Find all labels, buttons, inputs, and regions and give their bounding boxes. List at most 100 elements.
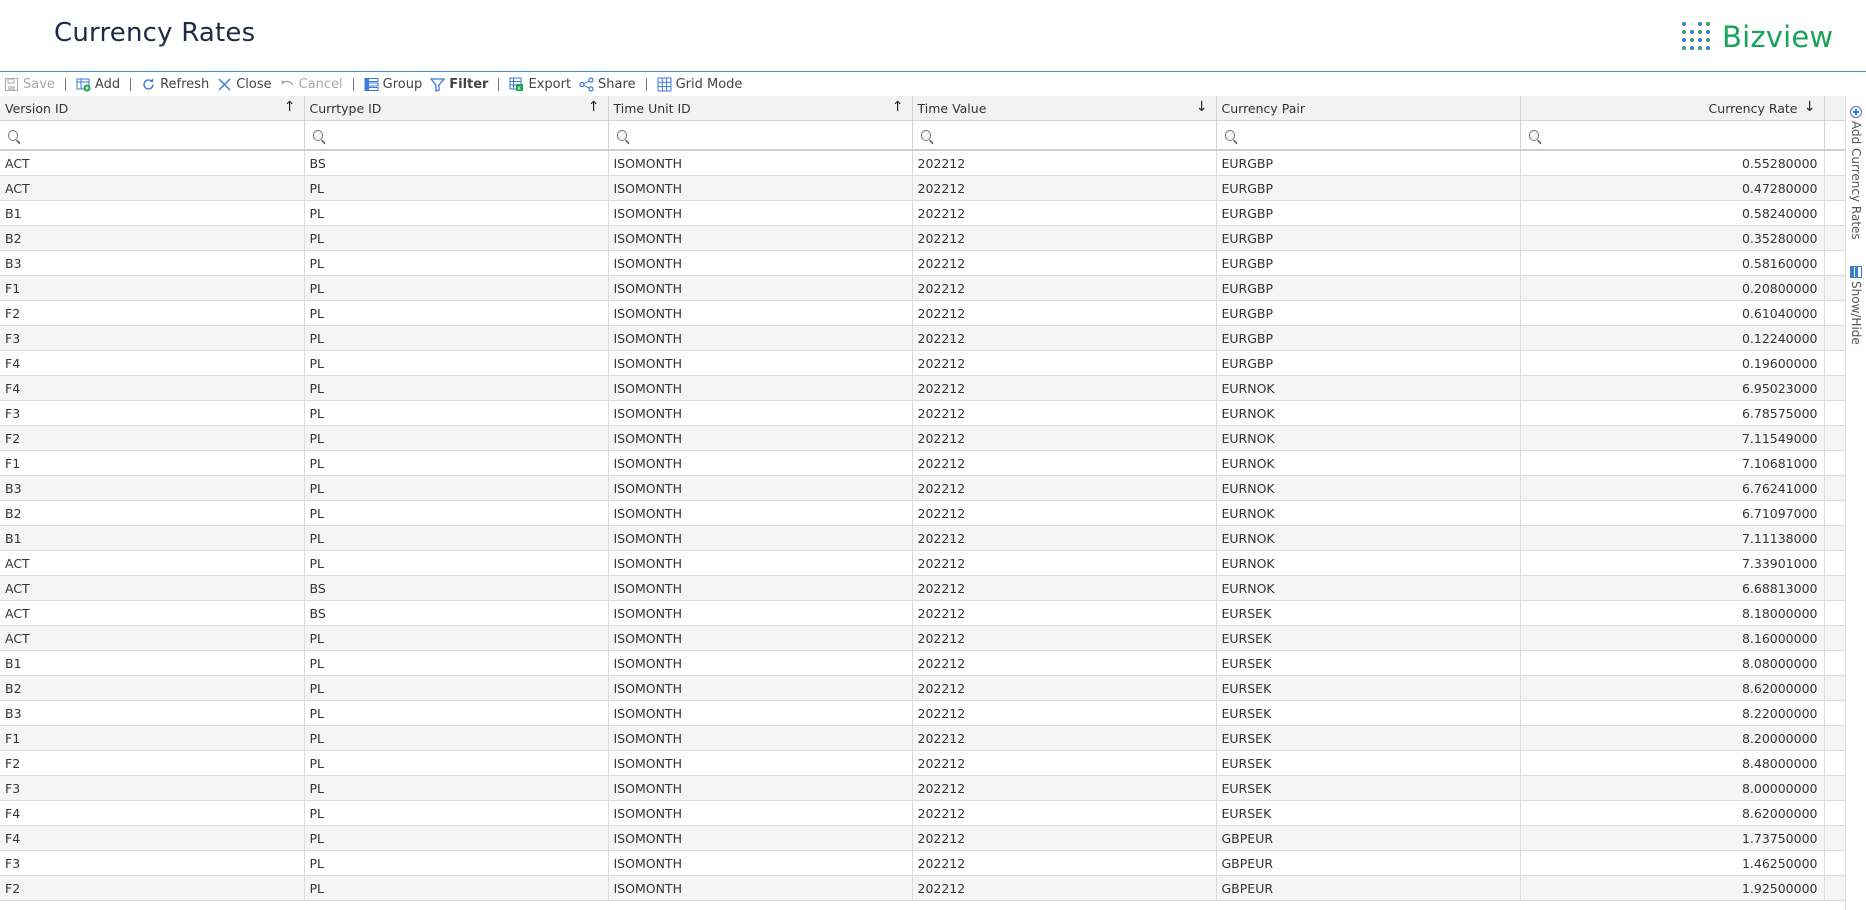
cell-currency-rate[interactable]: 7.11549000 [1520,425,1825,451]
cell-currtype-id[interactable]: PL [304,725,609,751]
cell-version-id[interactable]: F2 [0,300,305,326]
cell-time-unit-id[interactable]: ISOMONTH [608,350,913,376]
cell-currency-rate[interactable]: 0.20800000 [1520,275,1825,301]
cell-currency-pair[interactable]: EURNOK [1216,500,1521,526]
cell-version-id[interactable]: B1 [0,200,305,226]
cell-currency-pair[interactable]: EURNOK [1216,475,1521,501]
table-row[interactable]: B3 PL ISOMONTH 202212 EURGBP 0.58160000 [0,250,1845,276]
column-header-version-id[interactable]: Version ID ↑ [0,96,305,121]
cell-currtype-id[interactable]: PL [304,675,609,701]
cell-currency-rate[interactable]: 6.78575000 [1520,400,1825,426]
cell-currency-pair[interactable]: EURGBP [1216,350,1521,376]
cancel-button[interactable]: Cancel [276,73,347,95]
cell-currtype-id[interactable]: PL [304,825,609,851]
table-row[interactable]: F4 PL ISOMONTH 202212 EURGBP 0.19600000 [0,350,1845,376]
cell-currency-rate[interactable]: 6.68813000 [1520,575,1825,601]
cell-time-value[interactable]: 202212 [912,575,1217,601]
cell-currency-pair[interactable]: EURSEK [1216,700,1521,726]
cell-time-value[interactable]: 202212 [912,525,1217,551]
sort-arrow-icon[interactable]: ↓ [1196,99,1208,115]
cell-time-value[interactable]: 202212 [912,400,1217,426]
cell-time-unit-id[interactable]: ISOMONTH [608,475,913,501]
share-button[interactable]: Share [575,73,640,95]
table-row[interactable]: F3 PL ISOMONTH 202212 EURNOK 6.78575000 [0,400,1845,426]
filter-input-currtype-id[interactable] [328,127,604,143]
cell-currtype-id[interactable]: PL [304,800,609,826]
cell-version-id[interactable]: B3 [0,250,305,276]
cell-time-unit-id[interactable]: ISOMONTH [608,250,913,276]
cell-version-id[interactable]: F1 [0,725,305,751]
cell-time-value[interactable]: 202212 [912,325,1217,351]
cell-currency-rate[interactable]: 0.55280000 [1520,150,1825,176]
cell-time-value[interactable]: 202212 [912,225,1217,251]
cell-currency-rate[interactable]: 1.92500000 [1520,875,1825,901]
cell-currency-rate[interactable]: 1.73750000 [1520,825,1825,851]
cell-time-value[interactable]: 202212 [912,800,1217,826]
cell-version-id[interactable]: F3 [0,850,305,876]
cell-currency-rate[interactable]: 7.10681000 [1520,450,1825,476]
column-header-currency-rate[interactable]: Currency Rate ↓ [1520,96,1825,121]
column-header-time-value[interactable]: Time Value ↓ [912,96,1217,121]
column-header-currency-pair[interactable]: Currency Pair [1216,96,1521,121]
table-row[interactable]: F1 PL ISOMONTH 202212 EURSEK 8.20000000 [0,725,1845,751]
cell-currtype-id[interactable]: PL [304,750,609,776]
cell-time-value[interactable]: 202212 [912,850,1217,876]
cell-time-unit-id[interactable]: ISOMONTH [608,775,913,801]
cell-time-value[interactable]: 202212 [912,250,1217,276]
cell-currtype-id[interactable]: PL [304,350,609,376]
cell-time-unit-id[interactable]: ISOMONTH [608,850,913,876]
cell-currency-pair[interactable]: EURSEK [1216,800,1521,826]
table-row[interactable]: B1 PL ISOMONTH 202212 EURSEK 8.08000000 [0,650,1845,676]
cell-currtype-id[interactable]: PL [304,200,609,226]
cell-currency-pair[interactable]: EURNOK [1216,550,1521,576]
cell-time-unit-id[interactable]: ISOMONTH [608,450,913,476]
cell-currency-pair[interactable]: EURNOK [1216,525,1521,551]
cell-version-id[interactable]: F4 [0,800,305,826]
cell-time-unit-id[interactable]: ISOMONTH [608,425,913,451]
cell-currtype-id[interactable]: PL [304,375,609,401]
cell-time-value[interactable]: 202212 [912,550,1217,576]
cell-currency-rate[interactable]: 8.16000000 [1520,625,1825,651]
cell-currency-pair[interactable]: EURSEK [1216,725,1521,751]
cell-currency-rate[interactable]: 0.58160000 [1520,250,1825,276]
cell-currency-pair[interactable]: EURGBP [1216,275,1521,301]
table-row[interactable]: B2 PL ISOMONTH 202212 EURSEK 8.62000000 [0,675,1845,701]
cell-time-unit-id[interactable]: ISOMONTH [608,675,913,701]
filter-input-version-id[interactable] [24,127,300,143]
cell-currency-pair[interactable]: EURSEK [1216,675,1521,701]
table-row[interactable]: B1 PL ISOMONTH 202212 EURGBP 0.58240000 [0,200,1845,226]
cell-time-unit-id[interactable]: ISOMONTH [608,300,913,326]
cell-time-value[interactable]: 202212 [912,700,1217,726]
cell-currtype-id[interactable]: PL [304,425,609,451]
cell-currtype-id[interactable]: PL [304,850,609,876]
cell-currtype-id[interactable]: PL [304,275,609,301]
cell-time-value[interactable]: 202212 [912,175,1217,201]
cell-currtype-id[interactable]: PL [304,700,609,726]
cell-currency-pair[interactable]: EURSEK [1216,650,1521,676]
cell-currency-rate[interactable]: 0.61040000 [1520,300,1825,326]
cell-time-unit-id[interactable]: ISOMONTH [608,750,913,776]
cell-currency-pair[interactable]: GBPEUR [1216,825,1521,851]
cell-time-value[interactable]: 202212 [912,675,1217,701]
table-row[interactable]: B2 PL ISOMONTH 202212 EURGBP 0.35280000 [0,225,1845,251]
table-row[interactable]: ACT BS ISOMONTH 202212 EURGBP 0.55280000 [0,150,1845,176]
cell-currtype-id[interactable]: BS [304,575,609,601]
cell-version-id[interactable]: B3 [0,475,305,501]
cell-version-id[interactable]: B1 [0,525,305,551]
cell-time-value[interactable]: 202212 [912,300,1217,326]
cell-currency-pair[interactable]: EURSEK [1216,750,1521,776]
cell-time-unit-id[interactable]: ISOMONTH [608,325,913,351]
table-row[interactable]: B1 PL ISOMONTH 202212 EURNOK 7.11138000 [0,525,1845,551]
cell-version-id[interactable]: F2 [0,875,305,901]
table-row[interactable]: F2 PL ISOMONTH 202212 EURGBP 0.61040000 [0,300,1845,326]
table-row[interactable]: F1 PL ISOMONTH 202212 EURGBP 0.20800000 [0,275,1845,301]
table-row[interactable]: F4 PL ISOMONTH 202212 GBPEUR 1.73750000 [0,825,1845,851]
table-row[interactable]: B2 PL ISOMONTH 202212 EURNOK 6.71097000 [0,500,1845,526]
cell-time-value[interactable]: 202212 [912,375,1217,401]
cell-time-value[interactable]: 202212 [912,625,1217,651]
cell-version-id[interactable]: B2 [0,225,305,251]
cell-currency-pair[interactable]: EURNOK [1216,400,1521,426]
sort-arrow-icon[interactable]: ↑ [588,99,600,115]
cell-currency-pair[interactable]: EURSEK [1216,600,1521,626]
cell-time-unit-id[interactable]: ISOMONTH [608,875,913,901]
